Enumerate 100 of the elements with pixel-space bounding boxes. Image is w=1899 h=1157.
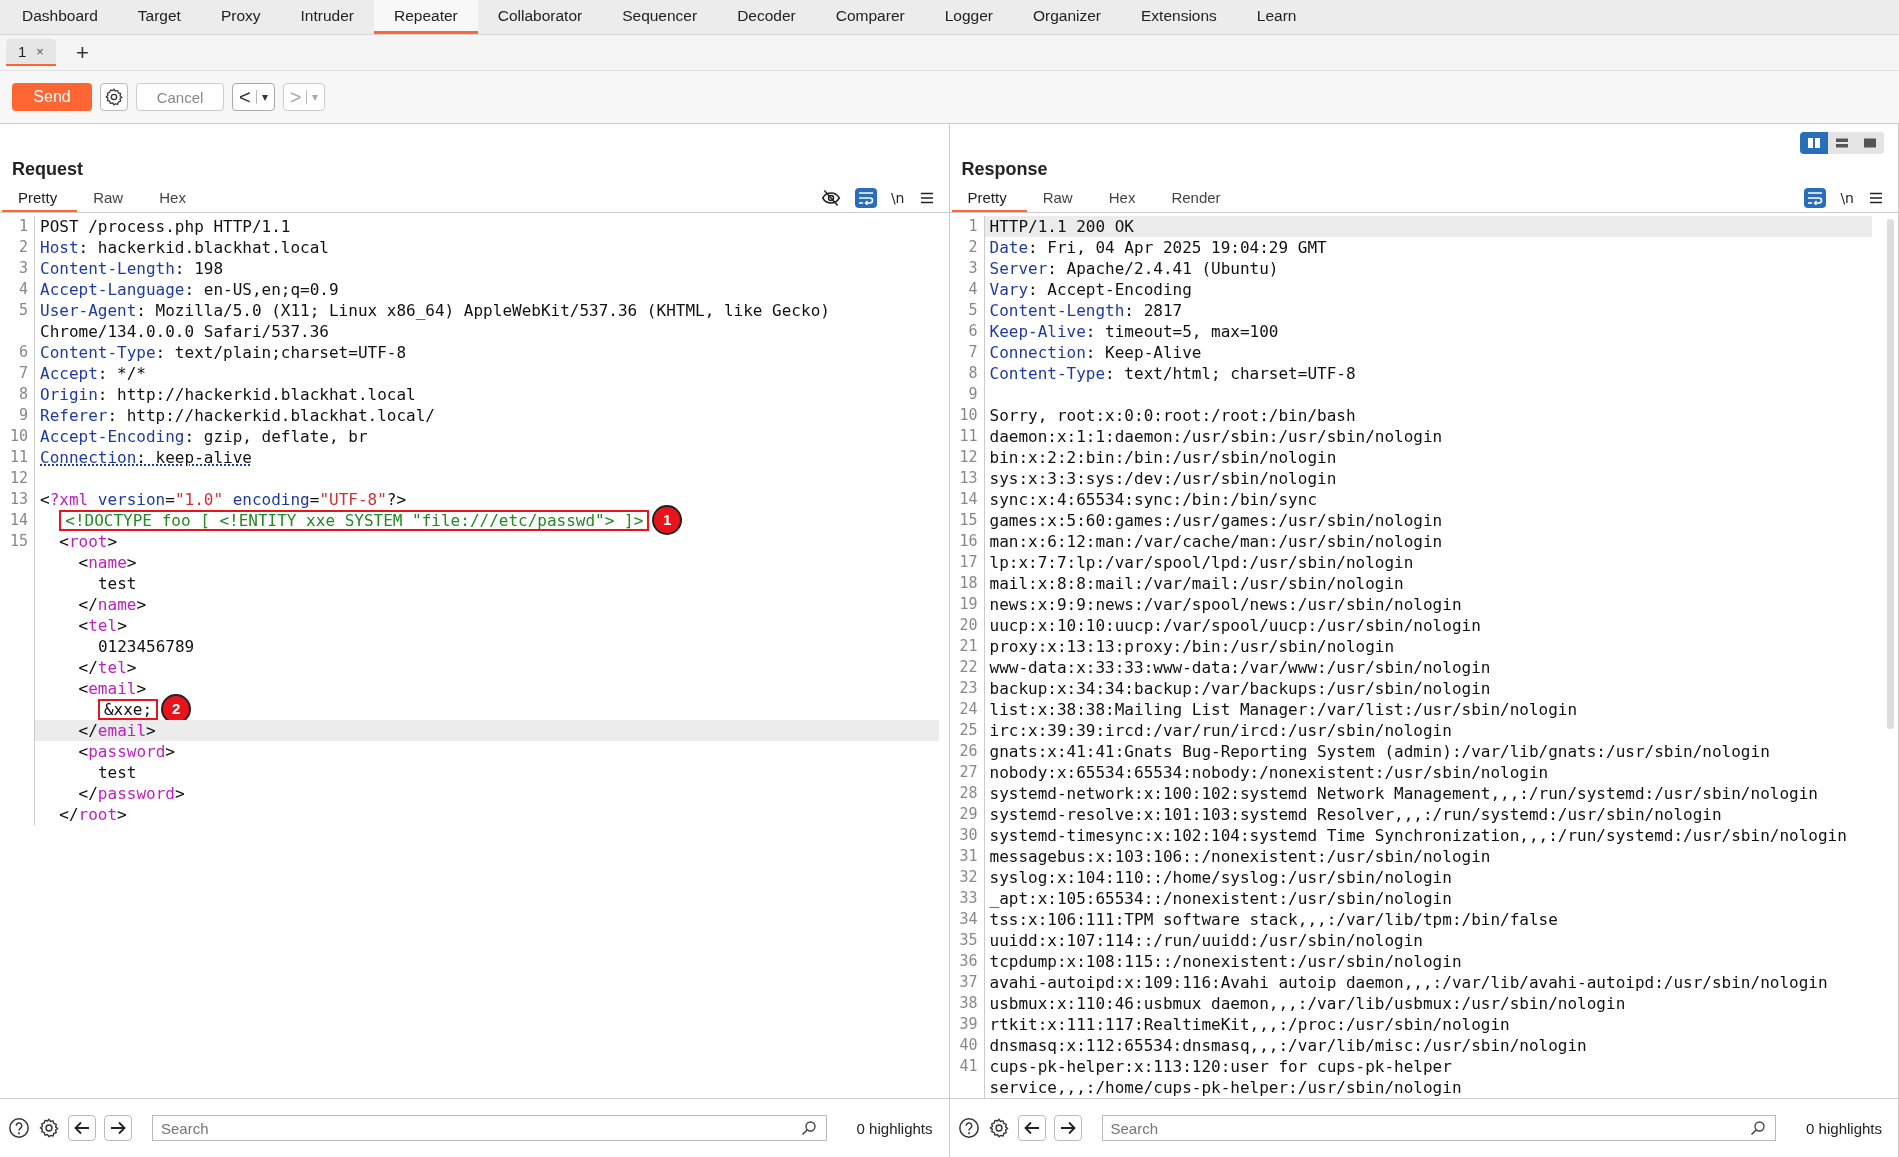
view-tab[interactable]: Hex [1092,184,1156,212]
line-number: 6 [968,322,978,340]
code-line: <password> [77,741,176,762]
code-line: </name> [77,594,148,615]
view-tab[interactable]: Hex [143,184,206,212]
hide-icon[interactable] [820,188,841,208]
code-line: avahi-autoipd:x:109:116:Avahi autoip daemon,,,:/var/lib/avahi-autoipd:/usr/sbin/nologin [988,972,1829,993]
code-line: test [96,762,138,783]
nav-tab[interactable]: Collaborator [477,0,603,34]
code-line: User-Agent: Mozilla/5.0 (X11; Linux x86_64) AppleWebKit/537.36 (KHTML, like Gecko) [39,300,831,321]
rows-icon [1835,137,1849,149]
view-tab[interactable]: Render [1155,184,1241,212]
line-number: 17 [959,553,978,571]
code-line: _apt:x:105:65534::/nonexistent:/usr/sbin/nologin [988,888,1453,909]
repeater-tab[interactable]: 1 × [6,39,56,66]
code-line: Content-Type: text/html; charset=UTF-8 [988,363,1357,384]
line-number: 3 [18,259,28,277]
code-line: sync:x:4:65534:sync:/bin:/bin/sync [988,489,1318,510]
settings-button[interactable] [100,83,128,111]
line-number: 34 [959,910,978,928]
line-number: 22 [959,658,978,676]
line-number: 18 [959,574,978,592]
next-button[interactable] [1053,1115,1082,1141]
code-line: rtkit:x:111:117:RealtimeKit,,,:/proc:/usr/sbin/nologin [988,1014,1511,1035]
close-tab-button[interactable]: × [36,44,44,59]
nav-tab[interactable]: Proxy [200,0,281,34]
line-number: 20 [959,616,978,634]
pane-title: Response [961,159,1048,180]
nav-tab[interactable]: Extensions [1121,0,1237,34]
line-number: 25 [959,721,978,739]
nav-tab[interactable]: Repeater [373,0,478,34]
nav-tab[interactable]: Sequencer [602,0,718,34]
back-button[interactable]: < ▾ [232,83,275,111]
new-tab-button[interactable]: + [75,39,89,66]
help-icon[interactable] [957,1117,980,1139]
settings-icon[interactable] [987,1117,1010,1139]
arrow-left-icon [1023,1121,1040,1135]
search-field[interactable]: Search [1101,1115,1777,1141]
layout-option[interactable] [1800,132,1828,154]
nav-tab[interactable]: Decoder [717,0,816,34]
word-wrap-button[interactable] [1804,188,1827,208]
code-line: www-data:x:33:33:www-data:/var/www:/usr/sbin/nologin [988,657,1492,678]
previous-button[interactable] [1017,1115,1046,1141]
view-tab[interactable]: Pretty [951,184,1027,212]
code-line: Content-Length: 198 [39,258,225,279]
line-number: 9 [18,406,28,424]
code-line: uuidd:x:107:114::/run/uuidd:/usr/sbin/nologin [988,930,1424,951]
word-wrap-button[interactable] [854,188,877,208]
line-number: 11 [9,448,28,466]
code-line: nobody:x:65534:65534:nobody:/nonexistent:/usr/sbin/nologin [988,762,1550,783]
view-tab[interactable]: Raw [77,184,144,212]
view-tab[interactable]: Pretty [2,184,78,212]
tab-label[interactable]: 1 [18,43,27,60]
nav-tab[interactable]: Logger [924,0,1013,34]
line-number: 36 [959,952,978,970]
code-line: Vary: Accept-Encoding [988,279,1193,300]
line-number: 4 [18,280,28,298]
newline-toggle[interactable]: \n [890,190,905,206]
code-line: Date: Fri, 04 Apr 2025 19:04:29 GMT [988,237,1328,258]
layout-toggle[interactable] [1800,132,1884,154]
newline-toggle[interactable]: \n [1840,190,1854,206]
menu-icon[interactable] [918,190,935,206]
arrow-left-icon [74,1121,90,1135]
next-button[interactable] [104,1115,132,1141]
nav-tab[interactable]: Intruder [280,0,374,34]
single-panel-icon [1863,137,1877,149]
code-line: gnats:x:41:41:Gnats Bug-Reporting System (admin):/var/lib/gnats:/usr/sbin/nologin [988,741,1771,762]
nav-tab[interactable]: Organizer [1012,0,1121,34]
menu-icon[interactable] [1868,190,1884,206]
line-number: 1 [968,217,978,235]
code-line: <root> [58,531,119,552]
code-line: mail:x:8:8:mail:/var/mail:/usr/sbin/nologin [988,573,1405,594]
line-number: 14 [959,490,978,508]
search-icon [800,1120,817,1136]
line-number: 27 [959,763,978,781]
nav-tab[interactable]: Learn [1236,0,1317,34]
code-line: test [96,573,138,594]
code-line: 0123456789 [96,636,196,657]
nav-tab[interactable]: Comparer [815,0,925,34]
line-number: 7 [968,343,978,361]
cancel-button[interactable]: Cancel [136,83,224,111]
pane-title: Request [12,159,83,180]
line-number: 10 [959,406,978,424]
search-field[interactable]: Search [152,1115,827,1141]
line-number: 24 [959,700,978,718]
scrollbar[interactable] [1887,219,1894,729]
settings-icon[interactable] [38,1117,60,1139]
code-line: Connection: Keep-Alive [988,342,1203,363]
previous-button[interactable] [68,1115,96,1141]
line-number: 8 [18,385,28,403]
nav-tab[interactable]: Target [117,0,201,34]
line-number: 3 [968,259,978,277]
line-number: 10 [9,427,28,445]
view-tab[interactable]: Raw [1026,184,1093,212]
code-line: Accept-Language: en-US,en;q=0.9 [39,279,340,300]
code-line: service,,,:/home/cups-pk-helper:/usr/sbin/nologin [988,1077,1463,1098]
help-icon[interactable] [8,1117,30,1139]
code-line: tss:x:106:111:TPM software stack,,,:/var/lib/tpm:/bin/false [988,909,1559,930]
nav-tab[interactable]: Dashboard [2,0,118,34]
code-line: <name> [77,552,138,573]
